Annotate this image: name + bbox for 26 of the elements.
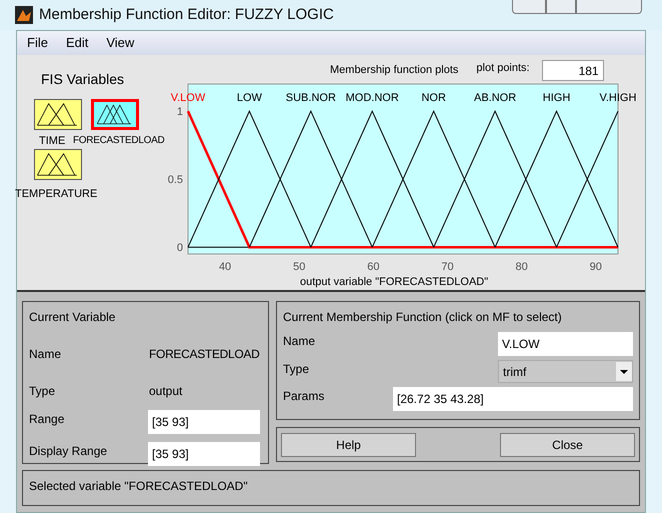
- x-tick-label: 50: [293, 260, 306, 272]
- field-label: Name: [29, 346, 62, 363]
- y-tick-label: 1: [176, 106, 183, 118]
- axis-label: output variable "FORECASTEDLOAD": [299, 274, 490, 290]
- field-label: Type: [283, 361, 310, 378]
- y-tick-label: 0.5: [168, 174, 183, 186]
- variable-type: output: [149, 383, 182, 400]
- status-bar: Selected variable "FORECASTEDLOAD": [22, 470, 640, 506]
- plot-points-label: plot points:: [476, 61, 530, 76]
- x-tick-label: 80: [516, 260, 528, 272]
- panel-title: FIS Variables: [40, 70, 125, 89]
- x-tick-label: 40: [218, 260, 232, 272]
- field-label: Display Range: [29, 443, 108, 460]
- plot-title: Membership function plots: [330, 63, 458, 78]
- x-tick-label: 90: [590, 260, 602, 272]
- variable-name: FORECASTEDLOAD: [149, 346, 260, 363]
- field-label: Type: [29, 383, 56, 400]
- x-tick-label: 70: [441, 260, 454, 272]
- field-label: Range: [29, 411, 66, 428]
- x-tick-label: 60: [367, 260, 380, 272]
- window-title: Membership Function Editor: FUZZY LOGIC: [39, 4, 334, 25]
- y-tick-label: 0: [176, 242, 183, 254]
- field-label: Params: [283, 388, 324, 405]
- panel-title: Current Membership Function (click on MF to select): [283, 309, 563, 326]
- field-label: Name: [283, 333, 316, 350]
- panel-title: Current Variable: [29, 309, 116, 326]
